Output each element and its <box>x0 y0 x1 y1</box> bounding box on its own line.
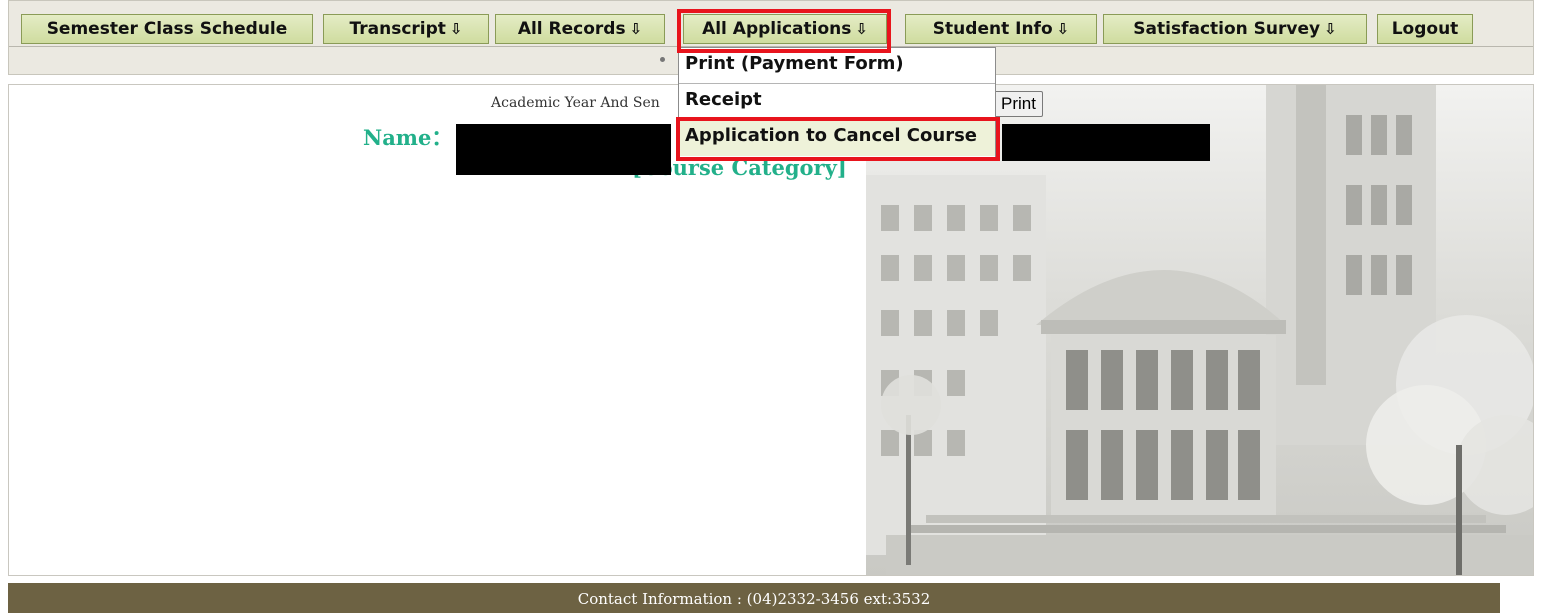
nav-item-label: Semester Class Schedule <box>46 19 288 39</box>
down-arrow-outline-icon: ⇩ <box>449 20 463 38</box>
all-applications-dropdown-menu: Print (Payment Form) Receipt Application… <box>678 47 996 159</box>
academic-year-label: Academic Year And Sen <box>491 95 660 111</box>
nav-item-label: Logout <box>1391 19 1459 39</box>
nav-all-records-button[interactable]: All Records ⇩ <box>495 14 665 44</box>
nav-logout-button[interactable]: Logout <box>1377 14 1473 44</box>
nav-all-applications-button[interactable]: All Applications ⇩ <box>683 14 887 44</box>
print-button[interactable]: Print <box>994 91 1043 117</box>
nav-item-label: All Records <box>517 19 626 39</box>
redacted-block <box>1002 124 1210 161</box>
nav-student-info-button[interactable]: Student Info ⇩ <box>905 14 1097 44</box>
nav-item-label: Student Info <box>932 19 1053 39</box>
menu-item-print-payment-form[interactable]: Print (Payment Form) <box>679 48 995 84</box>
nav-item-label: All Applications <box>702 19 852 39</box>
contact-information-text: Contact Information : (04)2332-3456 ext:… <box>577 590 931 608</box>
bullet-icon <box>660 57 665 62</box>
name-label: Name： <box>363 125 453 150</box>
footer-contact-bar: Contact Information : (04)2332-3456 ext:… <box>8 583 1500 613</box>
nav-item-label: Satisfaction Survey <box>1133 19 1321 39</box>
menu-item-application-to-cancel-course[interactable]: Application to Cancel Course <box>679 120 995 156</box>
nav-transcript-button[interactable]: Transcript ⇩ <box>323 14 489 44</box>
redacted-block <box>456 124 671 175</box>
down-arrow-outline-icon: ⇩ <box>629 20 643 38</box>
down-arrow-outline-icon: ⇩ <box>1056 20 1070 38</box>
menu-item-receipt[interactable]: Receipt <box>679 84 995 120</box>
nav-item-label: Transcript <box>349 19 446 39</box>
nav-semester-class-schedule-button[interactable]: Semester Class Schedule <box>21 14 313 44</box>
down-arrow-outline-icon: ⇩ <box>1324 20 1337 38</box>
down-arrow-outline-icon: ⇩ <box>855 20 868 38</box>
nav-satisfaction-survey-button[interactable]: Satisfaction Survey ⇩ <box>1103 14 1367 44</box>
